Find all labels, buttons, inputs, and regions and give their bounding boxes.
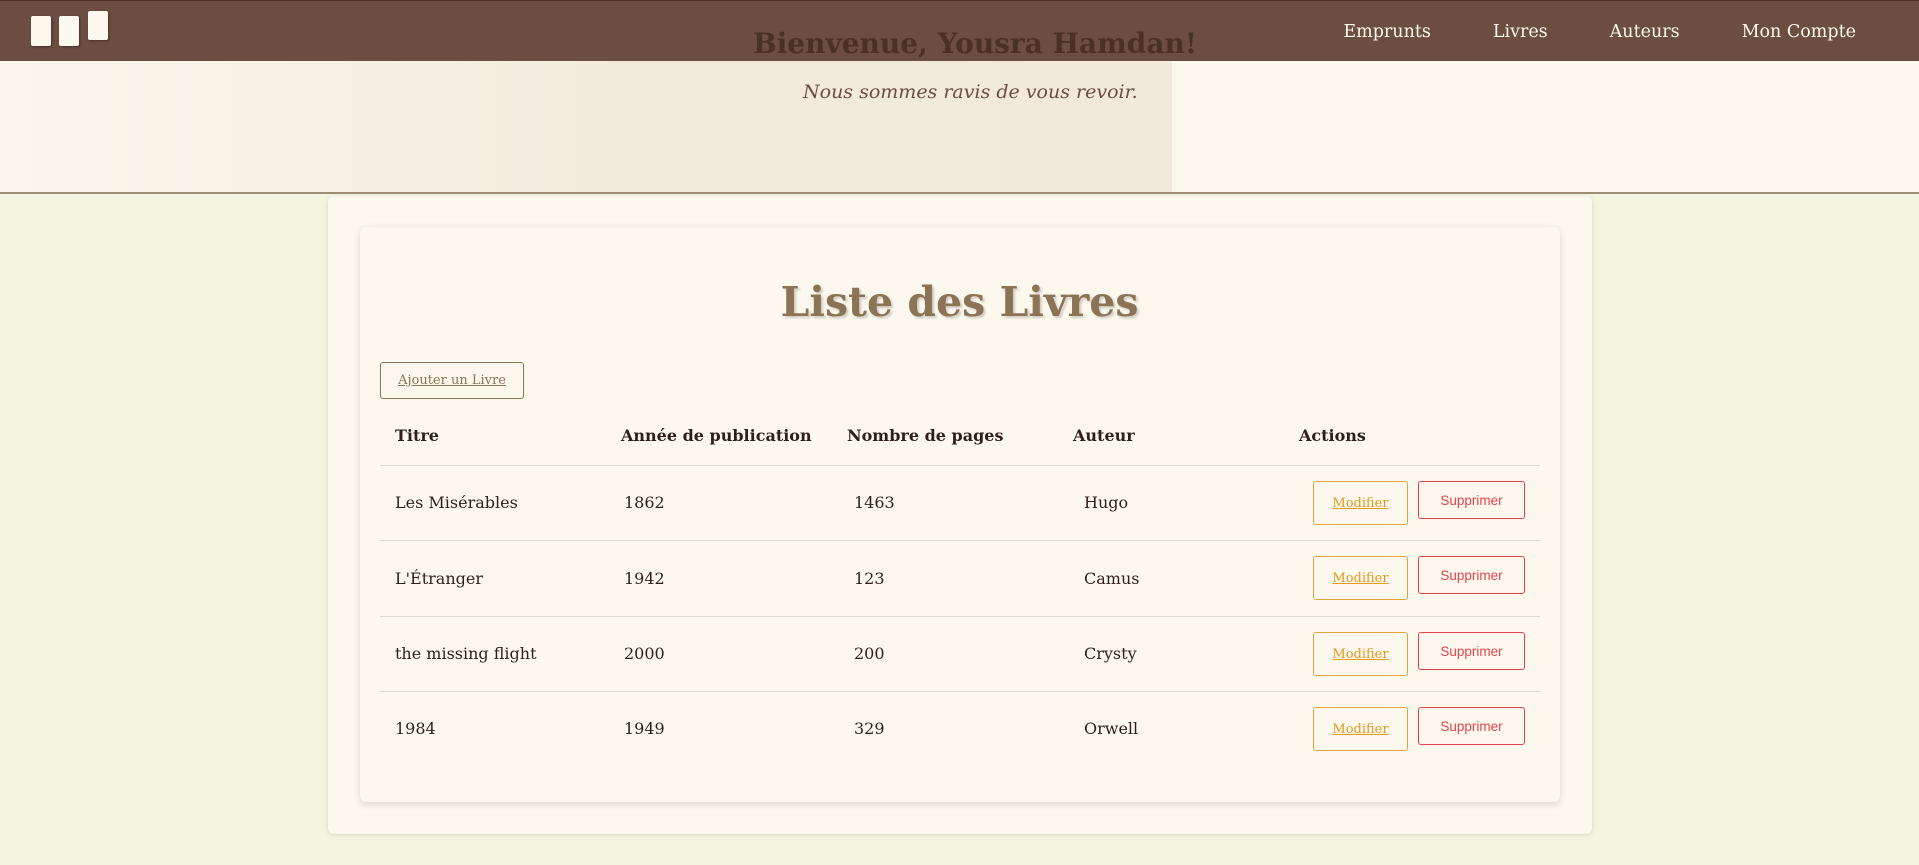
cell-titre: L'Étranger (395, 569, 483, 588)
page-title: Liste des Livres (780, 278, 1139, 326)
book-spine-1 (31, 16, 51, 46)
column-header-annee: Année de publication (621, 426, 812, 445)
nav-link-livres[interactable]: Livres (1493, 22, 1548, 42)
cell-pages: 329 (854, 719, 885, 738)
modify-button[interactable]: Modifier (1313, 707, 1408, 751)
modify-button[interactable]: Modifier (1313, 556, 1408, 600)
book-spine-3 (88, 11, 108, 40)
welcome-title: Bienvenue, Yousra Hamdan! (753, 27, 1198, 60)
column-header-auteur: Auteur (1073, 426, 1135, 445)
cell-titre: the missing flight (395, 644, 537, 663)
modify-button[interactable]: Modifier (1313, 632, 1408, 676)
delete-button[interactable]: Supprimer (1418, 556, 1525, 594)
header-divider (380, 465, 1540, 466)
cell-pages: 123 (854, 569, 885, 588)
cell-titre: 1984 (395, 719, 436, 738)
nav-link-mon-compte[interactable]: Mon Compte (1742, 22, 1856, 42)
nav-link-emprunts[interactable]: Emprunts (1343, 22, 1431, 42)
cell-pages: 200 (854, 644, 885, 663)
cell-pages: 1463 (854, 493, 895, 512)
column-header-actions: Actions (1299, 426, 1366, 445)
delete-button[interactable]: Supprimer (1418, 481, 1525, 519)
cell-auteur: Orwell (1084, 719, 1139, 738)
column-header-titre: Titre (395, 426, 439, 445)
cell-auteur: Camus (1084, 569, 1140, 588)
cell-annee: 1862 (624, 493, 665, 512)
books-logo-icon[interactable] (31, 11, 111, 49)
nav-links: Emprunts Livres Auteurs Mon Compte (1281, 1, 1856, 62)
column-header-pages: Nombre de pages (847, 426, 1004, 445)
modify-button[interactable]: Modifier (1313, 481, 1408, 525)
welcome-subtitle: Nous sommes ravis de vous revoir. (803, 81, 1138, 103)
book-spine-2 (59, 16, 79, 46)
cell-annee: 1949 (624, 719, 665, 738)
nav-link-auteurs[interactable]: Auteurs (1610, 22, 1680, 42)
cell-titre: Les Misérables (395, 493, 518, 512)
cell-annee: 1942 (624, 569, 665, 588)
add-book-button[interactable]: Ajouter un Livre (380, 362, 524, 399)
delete-button[interactable]: Supprimer (1418, 707, 1525, 745)
cell-annee: 2000 (624, 644, 665, 663)
delete-button[interactable]: Supprimer (1418, 632, 1525, 670)
row-divider (380, 540, 1540, 541)
cell-auteur: Hugo (1084, 493, 1129, 512)
row-divider (380, 616, 1540, 617)
row-divider (380, 691, 1540, 692)
cell-auteur: Crysty (1084, 644, 1137, 663)
